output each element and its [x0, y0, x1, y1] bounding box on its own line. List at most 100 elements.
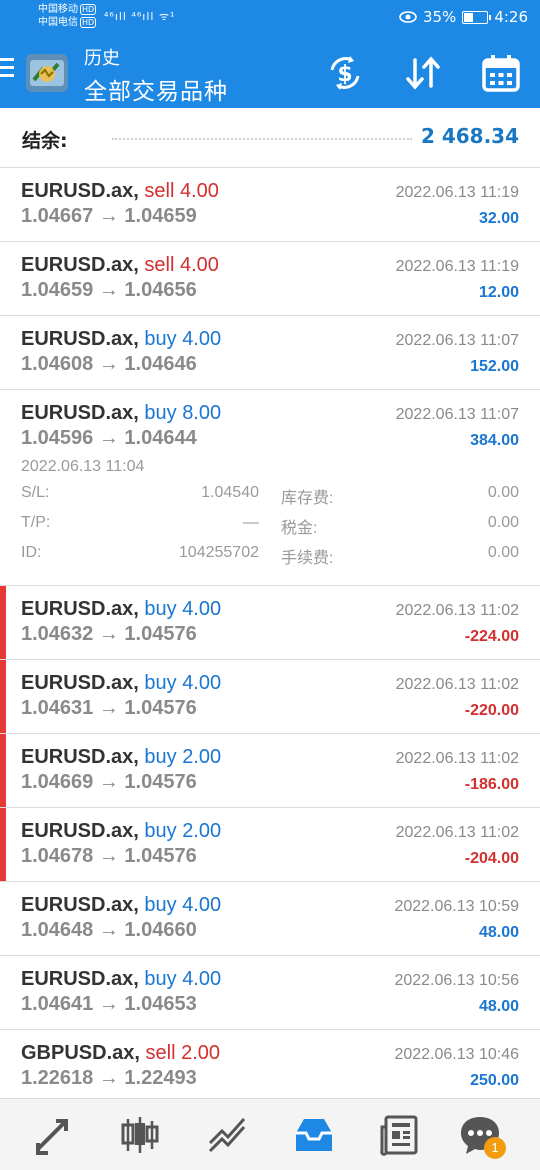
trade-profit: 32.00 [478, 210, 519, 227]
trade-side: buy [144, 746, 177, 768]
history-icon[interactable] [292, 1113, 336, 1157]
menu-icon[interactable] [0, 58, 16, 86]
loss-marker [0, 734, 6, 807]
trade-history-list: EURUSD.ax, sell 4.00 1.04667 → 1.04659 202… [0, 168, 540, 1104]
trade-prices: 1.22618 → 1.22493 [21, 1067, 197, 1089]
trade-side: buy [144, 968, 177, 990]
trade-profit: 384.00 [470, 432, 519, 449]
trade-symbol: EURUSD.ax, buy 8.00 [21, 402, 221, 425]
trade-volume: 4.00 [179, 254, 219, 276]
trade-symbol: GBPUSD.ax, sell 2.00 [21, 1042, 220, 1065]
trade-symbol: EURUSD.ax, sell 4.00 [21, 180, 219, 203]
carrier-1: 中国移动 [38, 4, 78, 15]
trade-profit: -220.00 [464, 702, 519, 719]
trade-row[interactable]: EURUSD.ax, sell 4.00 1.04659 → 1.04656 202… [0, 242, 540, 316]
carrier-info: 中国移动 HD 中国电信 HD [38, 3, 97, 29]
trade-row[interactable]: EURUSD.ax, buy 4.00 1.04632 → 1.04576 2022… [0, 586, 540, 660]
detail-row-sl: S/L: 1.04540 库存费: 0.00 [0, 484, 540, 507]
trade-row[interactable]: EURUSD.ax, buy 4.00 1.04641 → 1.04653 2022… [0, 956, 540, 1030]
trade-side: buy [144, 672, 177, 694]
symbol-name: EURUSD.ax, [21, 968, 139, 990]
balance-dots [112, 138, 412, 140]
trade-volume: 2.00 [182, 746, 222, 768]
balance-value: 2 468.34 [420, 124, 519, 148]
trade-side: buy [144, 328, 177, 350]
trade-symbol: EURUSD.ax, buy 4.00 [21, 894, 221, 917]
news-icon[interactable] [378, 1113, 422, 1157]
trade-side: buy [144, 402, 177, 424]
bottom-nav: 1 [0, 1098, 540, 1170]
trade-volume: 2.00 [182, 820, 222, 842]
trade-prices: 1.04669 → 1.04576 [21, 771, 197, 793]
symbol-name: EURUSD.ax, [21, 180, 139, 202]
trade-row[interactable]: EURUSD.ax, buy 4.00 1.04608 → 1.04646 2022… [0, 316, 540, 390]
sl-value: 1.04540 [201, 484, 259, 501]
trade-row[interactable]: GBPUSD.ax, sell 2.00 1.22618 → 1.22493 202… [0, 1030, 540, 1104]
calendar-icon[interactable] [480, 52, 522, 94]
trade-symbol: EURUSD.ax, sell 4.00 [21, 254, 219, 277]
symbol-name: EURUSD.ax, [21, 328, 139, 350]
chart-icon[interactable] [118, 1113, 162, 1157]
trade-row[interactable]: EURUSD.ax, buy 4.00 1.04631 → 1.04576 2022… [0, 660, 540, 734]
trade-prices: 1.04596 → 1.04644 [21, 427, 197, 449]
id-label: ID: [21, 544, 42, 561]
trade-row[interactable]: EURUSD.ax, buy 4.00 1.04648 → 1.04660 2022… [0, 882, 540, 956]
loss-marker [0, 586, 6, 659]
trade-profit: 48.00 [478, 998, 519, 1015]
fee-label: 手续费: [281, 550, 334, 567]
trade-side: buy [144, 820, 177, 842]
trade-volume: 4.00 [182, 894, 222, 916]
trade-close-time: 2022.06.13 11:02 [395, 824, 519, 841]
chat-button[interactable]: 1 [458, 1113, 506, 1159]
trade-symbol: EURUSD.ax, buy 2.00 [21, 820, 221, 843]
symbol-name: EURUSD.ax, [21, 820, 139, 842]
trade-row[interactable]: EURUSD.ax, buy 2.00 1.04678 → 1.04576 2022… [0, 808, 540, 882]
trade-close-time: 2022.06.13 11:07 [395, 406, 519, 423]
trade-close-time: 2022.06.13 11:02 [395, 750, 519, 767]
quotes-icon[interactable] [32, 1113, 76, 1157]
sort-icon[interactable] [402, 52, 444, 94]
trade-icon[interactable] [206, 1113, 250, 1157]
symbol-name: EURUSD.ax, [21, 402, 139, 424]
fee-value: 0.00 [487, 544, 519, 561]
trade-volume: 4.00 [182, 598, 222, 620]
detail-row-tp: T/P: — 税金: 0.00 [0, 514, 540, 537]
trade-profit: -186.00 [464, 776, 519, 793]
trade-side: buy [144, 894, 177, 916]
trade-symbol: EURUSD.ax, buy 4.00 [21, 968, 221, 991]
trade-close-time: 2022.06.13 11:19 [395, 184, 519, 201]
trade-symbol: EURUSD.ax, buy 4.00 [21, 672, 221, 695]
symbol-name: EURUSD.ax, [21, 746, 139, 768]
symbol-name: GBPUSD.ax, [21, 1042, 140, 1064]
trade-profit: 48.00 [478, 924, 519, 941]
symbol-name: EURUSD.ax, [21, 672, 139, 694]
tp-value: — [243, 514, 259, 531]
chat-badge: 1 [484, 1137, 506, 1159]
sl-label: S/L: [21, 484, 50, 501]
trade-row[interactable]: EURUSD.ax, sell 4.00 1.04667 → 1.04659 202… [0, 168, 540, 242]
page-title: 历史 [84, 48, 120, 69]
trade-prices: 1.04678 → 1.04576 [21, 845, 197, 867]
battery-icon [462, 10, 492, 24]
trade-row[interactable]: EURUSD.ax, buy 8.00 1.04596 → 1.04644 2022… [0, 390, 540, 586]
symbol-name: EURUSD.ax, [21, 254, 139, 276]
currency-exchange-icon[interactable]: $ [324, 52, 366, 94]
trade-profit: 152.00 [470, 358, 519, 375]
trade-prices: 1.04608 → 1.04646 [21, 353, 197, 375]
trade-volume: 8.00 [182, 402, 222, 424]
trade-close-time: 2022.06.13 11:02 [395, 676, 519, 693]
trade-close-time: 2022.06.13 11:19 [395, 258, 519, 275]
trade-prices: 1.04667 → 1.04659 [21, 205, 197, 227]
metatrader-logo[interactable] [24, 50, 70, 96]
trade-row[interactable]: EURUSD.ax, buy 2.00 1.04669 → 1.04576 2022… [0, 734, 540, 808]
trade-volume: 4.00 [182, 328, 222, 350]
trade-profit: 250.00 [470, 1072, 519, 1089]
trade-prices: 1.04631 → 1.04576 [21, 697, 197, 719]
symbol-filter[interactable]: 全部交易品种 [84, 72, 228, 106]
symbol-name: EURUSD.ax, [21, 894, 139, 916]
clock: 4:26 [494, 8, 528, 26]
trade-profit: 12.00 [478, 284, 519, 301]
detail-row-id: ID: 104255702 手续费: 0.00 [0, 544, 540, 567]
carrier-2: 中国电信 [38, 17, 78, 28]
balance-row: 结余: 2 468.34 [0, 108, 540, 168]
